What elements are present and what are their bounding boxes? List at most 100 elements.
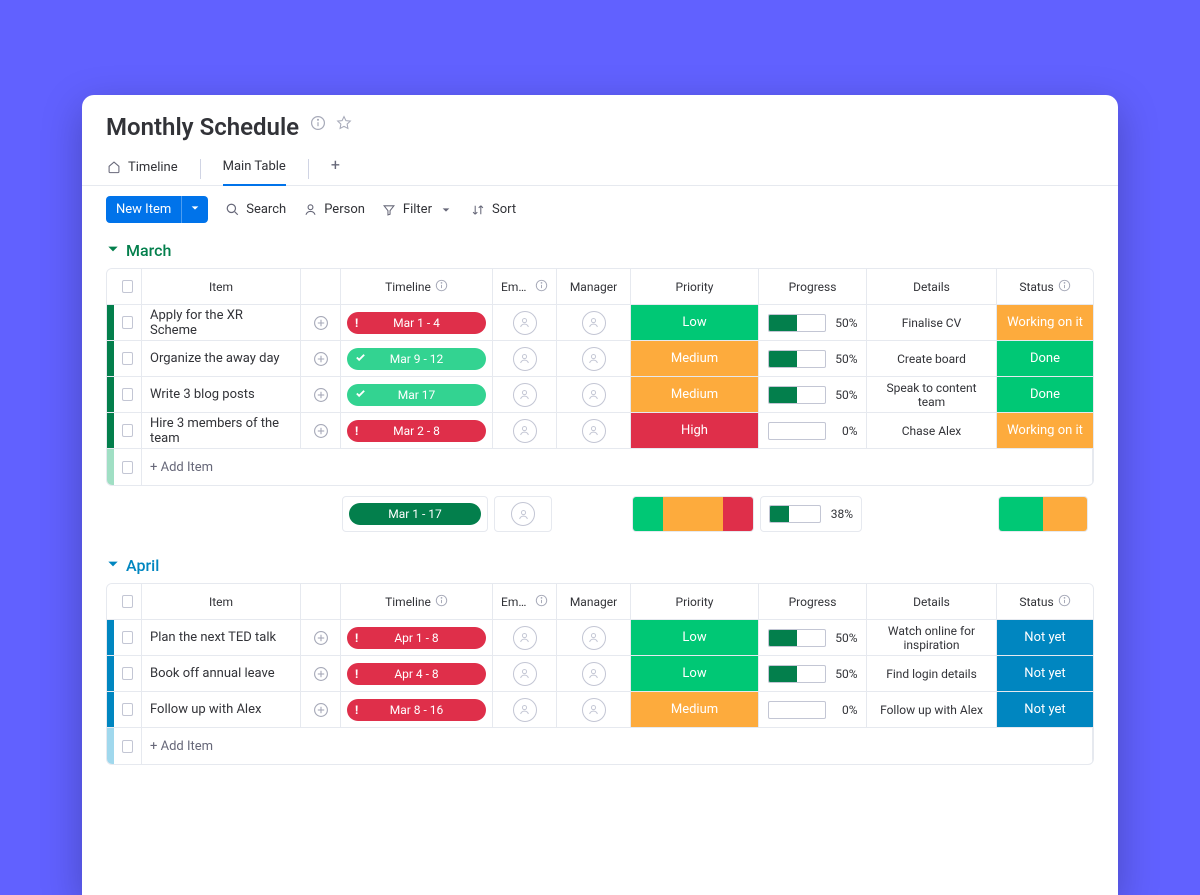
manager-cell[interactable] — [557, 692, 631, 728]
manager-cell[interactable] — [557, 620, 631, 656]
employee-cell[interactable] — [493, 620, 557, 656]
row-checkbox[interactable] — [114, 413, 142, 449]
info-icon[interactable] — [435, 279, 448, 295]
item-name[interactable]: Plan the next TED talk — [142, 620, 301, 656]
table-row[interactable]: Organize the away day Mar 9 - 12 Medium50%… — [107, 341, 1093, 377]
search-button[interactable]: Search — [224, 202, 286, 218]
details-cell[interactable]: Watch online for inspiration — [867, 620, 997, 656]
add-subitem-button[interactable] — [301, 620, 341, 656]
add-item-row[interactable]: + Add Item — [107, 449, 1093, 485]
row-checkbox[interactable] — [114, 656, 142, 692]
priority-cell[interactable]: Low — [631, 620, 759, 656]
progress-cell[interactable]: 50% — [759, 656, 867, 692]
progress-cell[interactable]: 50% — [759, 377, 867, 413]
priority-cell[interactable]: Medium — [631, 377, 759, 413]
row-checkbox[interactable] — [114, 377, 142, 413]
add-subitem-button[interactable] — [301, 656, 341, 692]
table-row[interactable]: Book off annual leave !Apr 4 - 8 Low50%Fin… — [107, 656, 1093, 692]
select-all-checkbox[interactable] — [114, 584, 142, 620]
details-cell[interactable]: Find login details — [867, 656, 997, 692]
priority-cell[interactable]: Medium — [631, 341, 759, 377]
employee-cell[interactable] — [493, 413, 557, 449]
timeline-pill[interactable]: Mar 17 — [341, 377, 493, 413]
new-item-button[interactable]: New Item — [106, 196, 208, 223]
table-row[interactable]: Follow up with Alex!Mar 8 - 16Medium0%Fo… — [107, 692, 1093, 728]
info-icon[interactable] — [535, 279, 548, 295]
person-button[interactable]: Person — [302, 202, 365, 218]
info-icon[interactable] — [535, 594, 548, 610]
employee-cell[interactable] — [493, 692, 557, 728]
priority-cell[interactable]: Low — [631, 305, 759, 341]
drag-handle-icon[interactable]: ⇕ — [808, 583, 816, 585]
add-subitem-button[interactable] — [301, 305, 341, 341]
add-tab-button[interactable]: + — [331, 155, 340, 184]
info-icon[interactable] — [1058, 279, 1071, 295]
progress-cell[interactable]: 50% — [759, 305, 867, 341]
item-name[interactable]: Hire 3 members of the team — [142, 413, 301, 449]
sort-button[interactable]: Sort — [470, 202, 516, 218]
item-name[interactable]: Organize the away day — [142, 341, 301, 377]
item-name[interactable]: Apply for the XR Scheme — [142, 305, 301, 341]
manager-cell[interactable] — [557, 305, 631, 341]
status-cell[interactable]: Working on it — [997, 305, 1093, 341]
group-header[interactable]: April — [106, 556, 1094, 575]
status-cell[interactable]: Done — [997, 377, 1093, 413]
select-all-checkbox[interactable] — [114, 269, 142, 305]
timeline-pill[interactable]: !Mar 2 - 8 — [341, 413, 493, 449]
table-row[interactable]: Write 3 blog posts Mar 17 Medium50%Speak t… — [107, 377, 1093, 413]
manager-cell[interactable] — [557, 656, 631, 692]
info-icon[interactable] — [1058, 594, 1071, 610]
employee-cell[interactable] — [493, 377, 557, 413]
manager-cell[interactable] — [557, 341, 631, 377]
timeline-pill[interactable]: !Apr 4 - 8 — [341, 656, 493, 692]
status-cell[interactable]: Working on it — [997, 413, 1093, 449]
filter-button[interactable]: Filter — [381, 202, 454, 218]
table-row[interactable]: Plan the next TED talk !Apr 1 - 8 Low50%Wa… — [107, 620, 1093, 656]
timeline-pill[interactable]: Mar 9 - 12 — [341, 341, 493, 377]
progress-cell[interactable]: 50% — [759, 620, 867, 656]
timeline-pill[interactable]: !Apr 1 - 8 — [341, 620, 493, 656]
add-item-row[interactable]: + Add Item — [107, 728, 1093, 764]
details-cell[interactable]: Speak to content team — [867, 377, 997, 413]
progress-cell[interactable]: 0% — [759, 692, 867, 728]
status-cell[interactable]: Not yet — [997, 620, 1093, 656]
table-row[interactable]: Apply for the XR Scheme !Mar 1 - 4 Low50%F… — [107, 305, 1093, 341]
manager-cell[interactable] — [557, 413, 631, 449]
status-cell[interactable]: Not yet — [997, 656, 1093, 692]
add-subitem-button[interactable] — [301, 692, 341, 728]
group-header[interactable]: March — [106, 241, 1094, 260]
priority-cell[interactable]: High — [631, 413, 759, 449]
row-checkbox[interactable] — [114, 620, 142, 656]
priority-cell[interactable]: Medium — [631, 692, 759, 728]
add-subitem-button[interactable] — [301, 377, 341, 413]
status-cell[interactable]: Not yet — [997, 692, 1093, 728]
timeline-pill[interactable]: !Mar 8 - 16 — [341, 692, 493, 728]
item-name[interactable]: Write 3 blog posts — [142, 377, 301, 413]
employee-cell[interactable] — [493, 656, 557, 692]
timeline-pill[interactable]: !Mar 1 - 4 — [341, 305, 493, 341]
chevron-down-icon[interactable] — [181, 196, 208, 223]
employee-cell[interactable] — [493, 341, 557, 377]
row-checkbox[interactable] — [114, 692, 142, 728]
employee-cell[interactable] — [493, 305, 557, 341]
details-cell[interactable]: Create board — [867, 341, 997, 377]
row-checkbox[interactable] — [114, 305, 142, 341]
progress-cell[interactable]: 0% — [759, 413, 867, 449]
item-name[interactable]: Book off annual leave — [142, 656, 301, 692]
table-row[interactable]: Hire 3 members of the team !Mar 2 - 8 High… — [107, 413, 1093, 449]
item-name[interactable]: Follow up with Alex — [142, 692, 301, 728]
tab-main-table[interactable]: Main Table — [223, 153, 286, 186]
details-cell[interactable]: Chase Alex — [867, 413, 997, 449]
star-icon[interactable] — [336, 115, 352, 131]
info-icon[interactable] — [435, 594, 448, 610]
details-cell[interactable]: Follow up with Alex — [867, 692, 997, 728]
add-subitem-button[interactable] — [301, 341, 341, 377]
add-subitem-button[interactable] — [301, 413, 341, 449]
priority-cell[interactable]: Low — [631, 656, 759, 692]
info-icon[interactable] — [310, 115, 326, 131]
tab-timeline[interactable]: Timeline — [106, 153, 178, 185]
status-cell[interactable]: Done — [997, 341, 1093, 377]
progress-cell[interactable]: 50% — [759, 341, 867, 377]
details-cell[interactable]: Finalise CV — [867, 305, 997, 341]
row-checkbox[interactable] — [114, 341, 142, 377]
